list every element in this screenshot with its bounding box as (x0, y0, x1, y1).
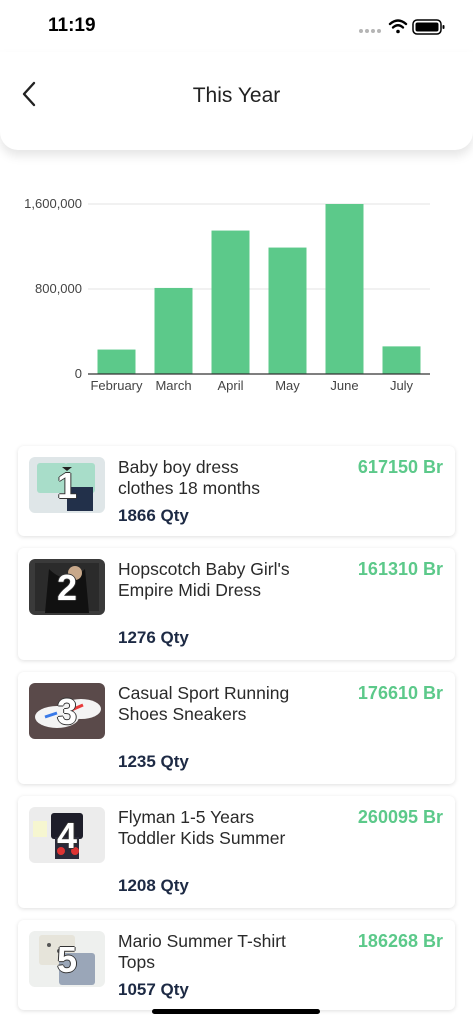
product-name: Flyman 1-5 Years Toddler Kids Summer (118, 807, 286, 848)
rank-badge: 3 (56, 691, 78, 732)
rank-badge: 4 (56, 815, 78, 856)
sneakers-thumbnail: 3 (29, 683, 105, 739)
bar-march (154, 287, 193, 374)
battery-icon (412, 19, 445, 35)
x-tick-label: February (90, 378, 143, 393)
product-qty: 1057 Qty (118, 980, 189, 999)
status-bar: 11:19 (0, 0, 473, 52)
x-tick-label: July (390, 378, 414, 393)
y-tick-label: 800,000 (35, 281, 82, 296)
product-name: Casual Sport Running Shoes Sneakers (118, 683, 290, 724)
x-tick-label: April (217, 378, 243, 393)
product-name: Hopscotch Baby Girl's Empire Midi Dress (118, 559, 290, 600)
bar-june (325, 204, 364, 374)
bar-may (268, 247, 307, 374)
tshirt-thumbnail: 5 (29, 931, 105, 987)
rank-badge: 1 (56, 465, 78, 506)
home-indicator (152, 1009, 320, 1014)
signal-icon (359, 29, 381, 33)
product-qty: 1208 Qty (118, 876, 189, 895)
toddler-outfit-thumbnail: 4 (29, 807, 105, 863)
rank-badge: 2 (56, 567, 78, 608)
y-tick-label: 1,600,000 (24, 196, 82, 211)
product-qty: 1276 Qty (118, 628, 189, 647)
product-card[interactable]: 4 Flyman 1-5 Years Toddler Kids Summer 120… (18, 796, 455, 908)
bar-april (211, 230, 250, 374)
dress-thumbnail: 2 (29, 559, 105, 615)
product-qty: 1866 Qty (118, 506, 189, 525)
product-name: Mario Summer T-shirt Tops (118, 931, 286, 972)
product-card[interactable]: 5 Mario Summer T-shirt Tops 1057 Qty 186268… (18, 920, 455, 1010)
x-tick-label: June (330, 378, 358, 393)
kids-outfit-thumbnail: 1 (29, 457, 105, 513)
product-qty: 1235 Qty (118, 752, 189, 771)
product-amount: 260095 Br (357, 807, 443, 827)
status-icons (359, 19, 445, 35)
wifi-icon (388, 19, 408, 34)
bar-july (382, 346, 421, 374)
product-card[interactable]: 3 Casual Sport Running Shoes Sneakers 1235… (18, 672, 455, 784)
product-amount: 617150 Br (357, 457, 443, 477)
y-tick-label: 0 (75, 366, 82, 381)
product-list: 1 Baby boy dress clothes 18 months 1866 Qt… (18, 446, 455, 1022)
bar-february (97, 349, 136, 374)
header: This Year (0, 52, 473, 150)
chart-svg: 0 800,000 1,600,000 February March April May Ju… (24, 196, 430, 393)
sales-bar-chart: 0 800,000 1,600,000 February March April May Ju… (0, 180, 473, 410)
status-time: 11:19 (48, 15, 96, 36)
product-card[interactable]: 2 Hopscotch Baby Girl's Empire Midi Dress… (18, 548, 455, 660)
product-amount: 176610 Br (357, 683, 443, 703)
x-tick-label: May (275, 378, 300, 393)
page-title: This Year (192, 84, 281, 107)
product-card[interactable]: 1 Baby boy dress clothes 18 months 1866 Qt… (18, 446, 455, 536)
rank-badge: 5 (56, 939, 78, 980)
product-amount: 186268 Br (357, 931, 443, 951)
product-name: Baby boy dress clothes 18 months (118, 457, 261, 498)
x-tick-label: March (155, 378, 191, 393)
product-amount: 161310 Br (357, 559, 443, 579)
